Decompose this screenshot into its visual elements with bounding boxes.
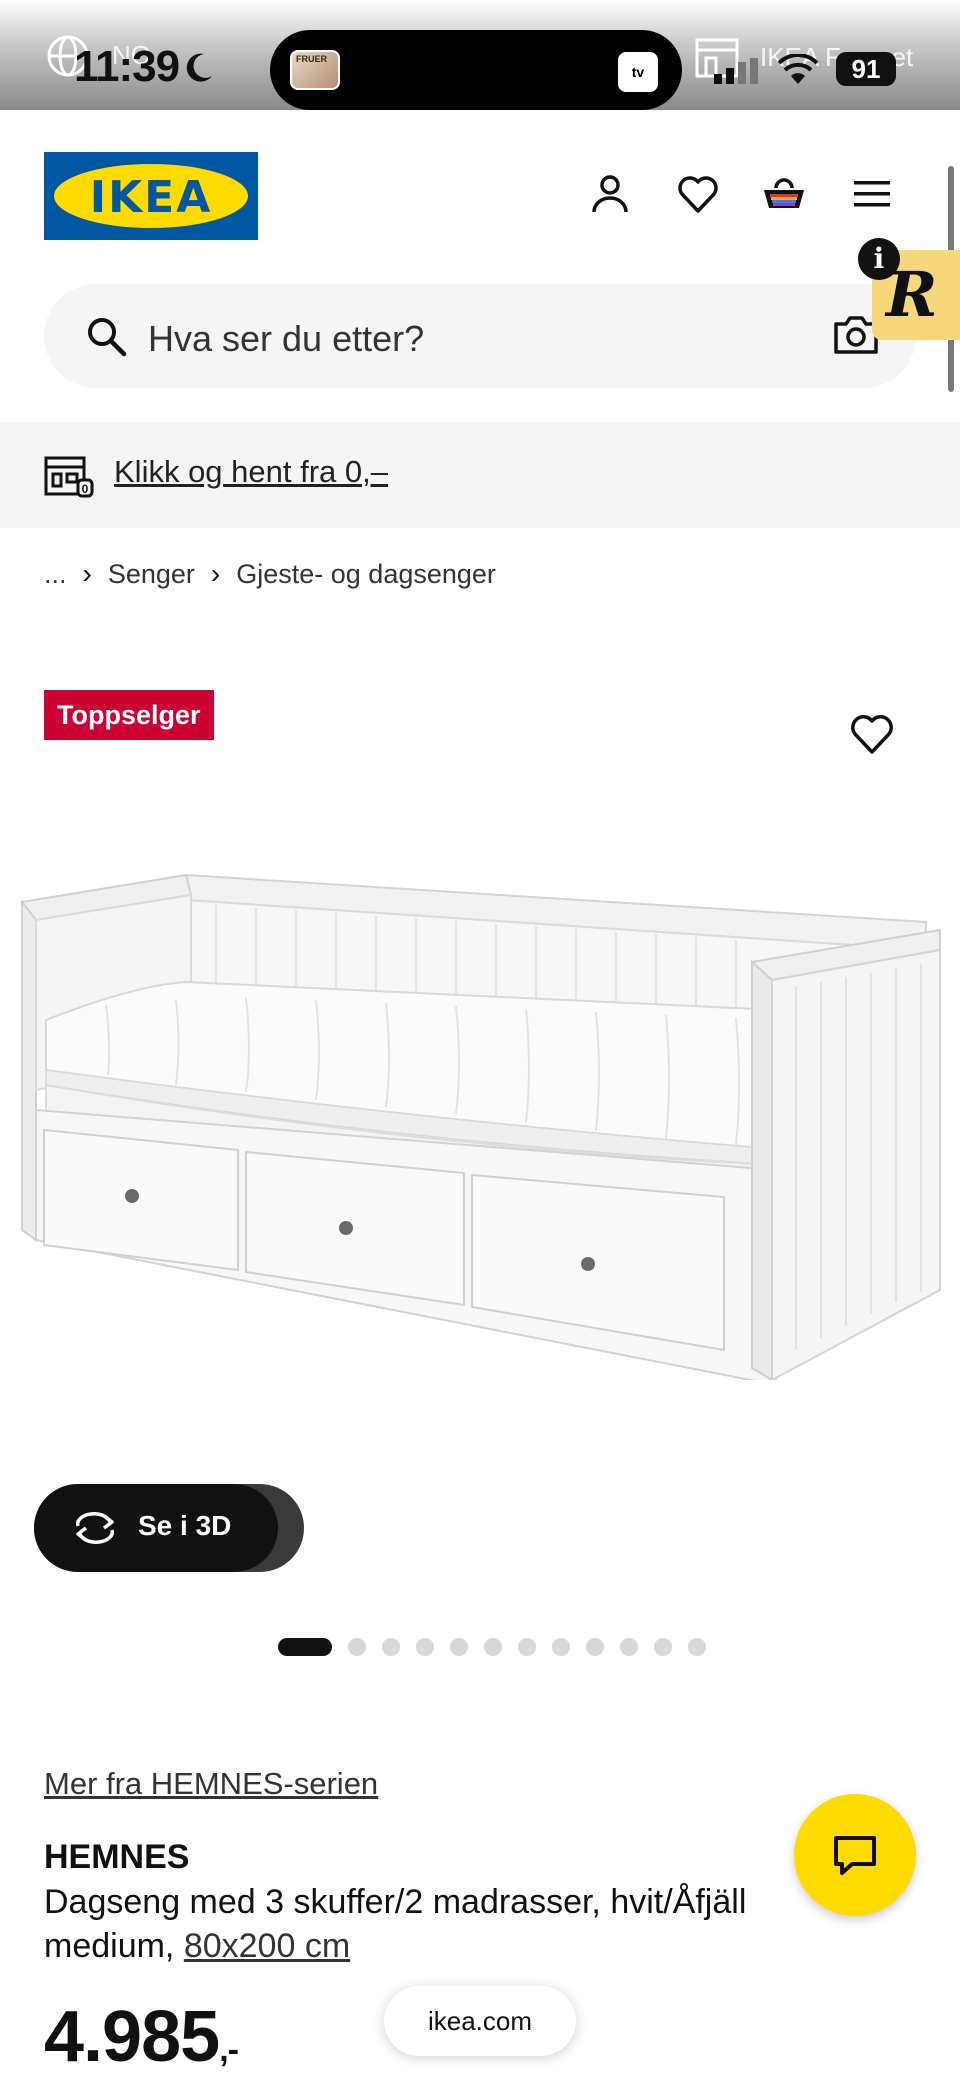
status-bar: NO 11:39 FRUER tv IKEA Furuset 91 [0,0,960,110]
product-image-daybed[interactable] [16,860,946,1380]
gallery-dot[interactable] [688,1638,706,1656]
breadcrumb-senger[interactable]: Senger [108,559,195,590]
search-icon [88,318,127,357]
basket-icon[interactable] [762,172,806,216]
product-name: HEMNES [44,1838,190,1876]
gallery-dot[interactable] [654,1638,672,1656]
chat-button[interactable] [794,1794,916,1916]
menu-icon[interactable] [850,172,894,216]
breadcrumb-ellipsis[interactable]: ... [44,559,67,590]
svg-text:0: 0 [82,482,89,496]
url-text: ikea.com [427,2006,533,2036]
product-size-link[interactable]: 80x200 cm [184,1927,350,1965]
ikea-logo[interactable]: IKEA [44,152,258,240]
view-in-3d-label: Se i 3D [138,1510,232,1541]
view-in-3d-button-inner: Se i 3D [34,1484,278,1572]
breadcrumb: ... › Senger › Gjeste- og dagsenger [44,558,496,590]
gallery-dot[interactable] [278,1638,332,1656]
gallery-dot[interactable] [586,1638,604,1656]
gallery-pagination [278,1638,706,1656]
gallery-dot[interactable] [416,1638,434,1656]
store-pickup-icon: 0 [44,456,94,498]
breadcrumb-separator-icon: › [210,558,221,589]
now-playing-thumbnail: FRUER [290,50,340,90]
price-suffix: ,- [219,2031,239,2069]
gallery-dot[interactable] [382,1638,400,1656]
profile-icon[interactable] [588,172,632,216]
product-description-text: Dagseng med 3 skuffer/2 madrasser, hvit/… [44,1883,747,1965]
battery-indicator: 91 [836,52,896,86]
dynamic-island: FRUER tv [270,30,682,110]
info-icon[interactable]: i [858,238,900,280]
moon-icon [186,53,212,82]
top-seller-badge: Toppselger [44,690,214,740]
signal-icon [714,58,758,84]
gallery-dot[interactable] [518,1638,536,1656]
gallery-dot[interactable] [552,1638,570,1656]
logo-oval: IKEA [54,164,248,228]
search-input[interactable]: Hva ser du etter? [148,318,424,360]
view-in-3d-button[interactable]: en Se i 3D [34,1484,304,1572]
click-collect-link[interactable]: Klikk og hent fra 0,– [114,454,388,490]
search-bar[interactable]: Hva ser du etter? [44,284,916,388]
apple-tv-icon: tv [618,52,658,92]
price-value: 4.985 [44,1997,220,2077]
rotate-3d-icon [75,1512,115,1544]
heart-icon[interactable] [676,172,720,216]
wifi-icon [778,54,818,84]
gallery-dot[interactable] [348,1638,366,1656]
promo-banner: 0 Klikk og hent fra 0,– [0,422,960,528]
chat-icon [834,1836,876,1875]
product-price: 4.985,- [44,1996,239,2078]
gallery-dot[interactable] [484,1638,502,1656]
breadcrumb-gjeste-dagsenger[interactable]: Gjeste- og dagsenger [236,559,496,590]
breadcrumb-separator-icon: › [82,558,92,589]
add-to-favourites-heart-icon[interactable] [848,712,896,756]
gallery-dot[interactable] [450,1638,468,1656]
product-description: Dagseng med 3 skuffer/2 madrasser, hvit/… [44,1880,844,1968]
clock: 11:39 [74,42,180,91]
hemnes-series-link[interactable]: Mer fra HEMNES-serien [44,1766,378,1802]
gallery-dot[interactable] [620,1638,638,1656]
logo-text: IKEA [89,172,213,223]
browser-url-bar[interactable]: ikea.com [384,1986,576,2056]
